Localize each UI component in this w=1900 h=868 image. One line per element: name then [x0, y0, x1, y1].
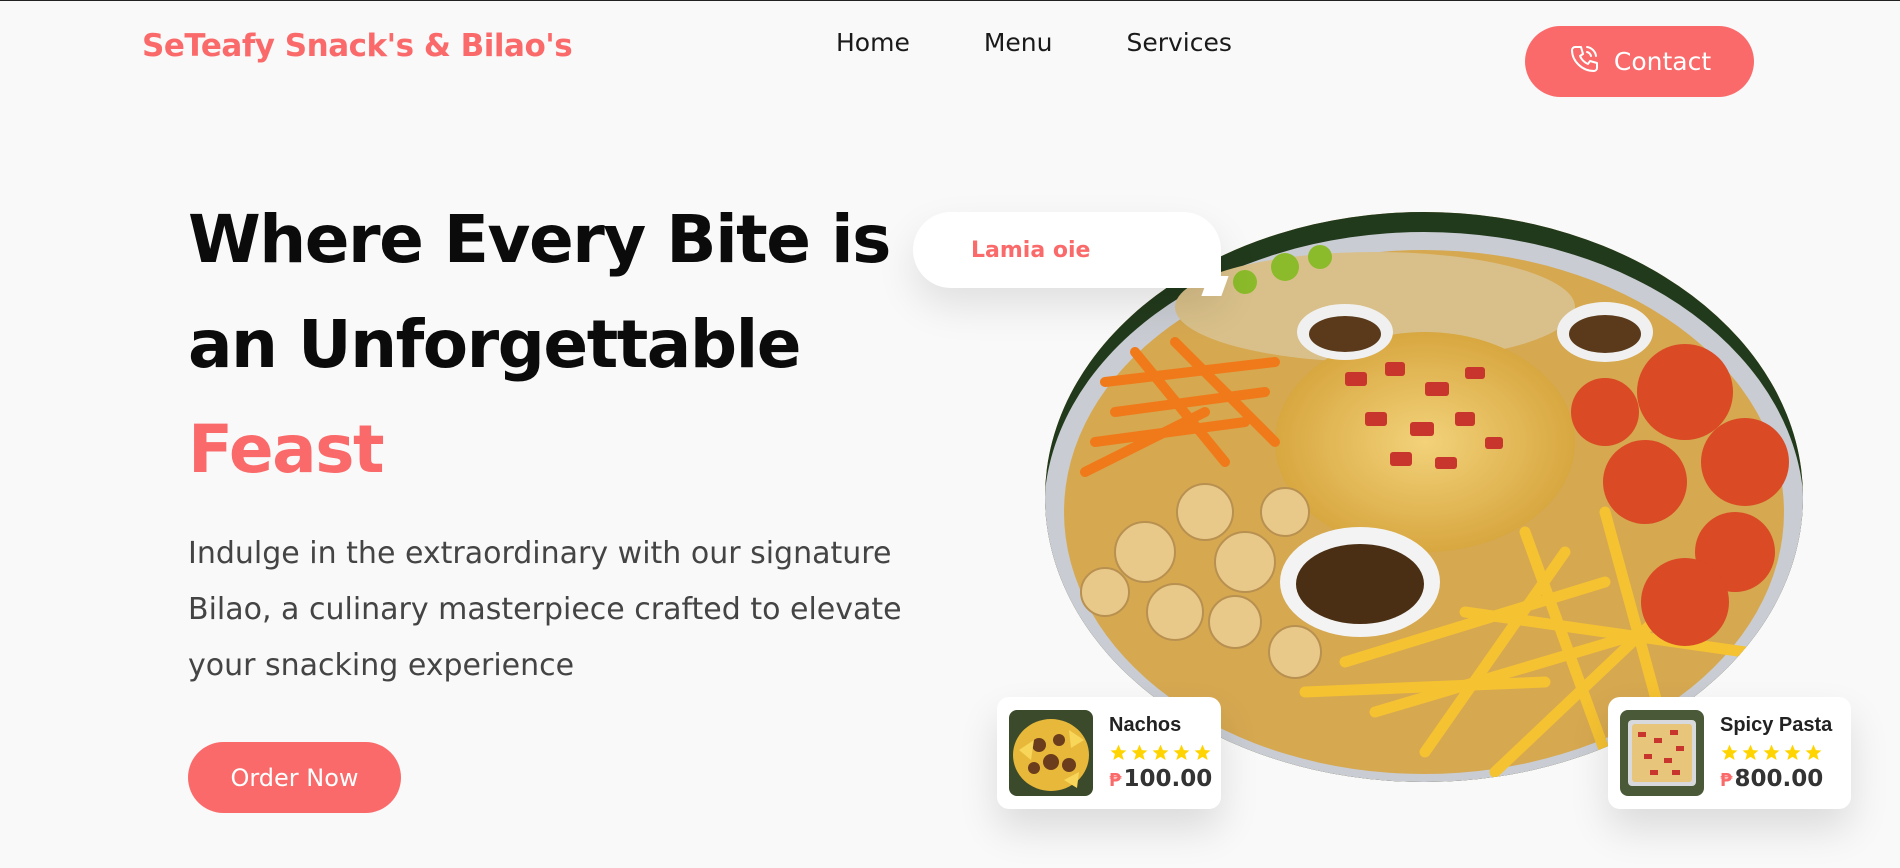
star-icon	[1784, 744, 1801, 761]
star-icon	[1173, 744, 1190, 761]
star-icon	[1742, 744, 1759, 761]
nav-home[interactable]: Home	[836, 28, 910, 57]
top-border	[0, 0, 1900, 1]
phone-icon	[1568, 43, 1600, 81]
nachos-thumbnail	[1009, 710, 1093, 796]
bubble-text: Lamia oie	[971, 237, 1091, 263]
spicy-pasta-thumbnail	[1620, 710, 1704, 796]
currency-symbol: ₱	[1109, 770, 1122, 791]
rating-stars	[1109, 743, 1212, 762]
card-price: ₱800.00	[1720, 766, 1832, 792]
currency-symbol: ₱	[1720, 770, 1733, 791]
star-icon	[1763, 744, 1780, 761]
main-nav: Home Menu Services	[836, 28, 1306, 57]
card-price: ₱100.00	[1109, 766, 1212, 792]
hero-description: Indulge in the extraordinary with our si…	[188, 536, 902, 683]
star-icon	[1194, 744, 1211, 761]
contact-label: Contact	[1613, 47, 1712, 76]
headline-line-1: Where Every Bite is	[188, 201, 891, 278]
card-name: Spicy Pasta	[1720, 714, 1833, 736]
hero-headline: Where Every Bite is an Unforgettable Fea…	[188, 187, 891, 502]
star-icon	[1721, 744, 1738, 761]
brand-logo[interactable]: SeTeafy Snack's & Bilao's	[142, 28, 573, 64]
headline-line-2: an Unforgettable	[188, 306, 801, 383]
headline-accent: Feast	[188, 411, 385, 488]
rating-stars	[1720, 743, 1832, 762]
nav-services[interactable]: Services	[1126, 28, 1231, 57]
star-icon	[1805, 744, 1822, 761]
price-value: 100.00	[1123, 766, 1213, 792]
contact-button[interactable]: Contact	[1525, 26, 1754, 97]
star-icon	[1131, 744, 1148, 761]
nav-menu[interactable]: Menu	[984, 28, 1053, 57]
star-icon	[1110, 744, 1127, 761]
card-name: Nachos	[1109, 714, 1182, 736]
price-value: 800.00	[1734, 766, 1824, 792]
product-card-spicy-pasta[interactable]: Spicy Pasta ₱800.00	[1608, 697, 1851, 809]
star-icon	[1152, 744, 1169, 761]
product-card-nachos[interactable]: Nachos ₱100.00	[997, 697, 1221, 809]
speech-bubble: Lamia oie	[913, 212, 1229, 296]
order-now-button[interactable]: Order Now	[188, 742, 401, 813]
